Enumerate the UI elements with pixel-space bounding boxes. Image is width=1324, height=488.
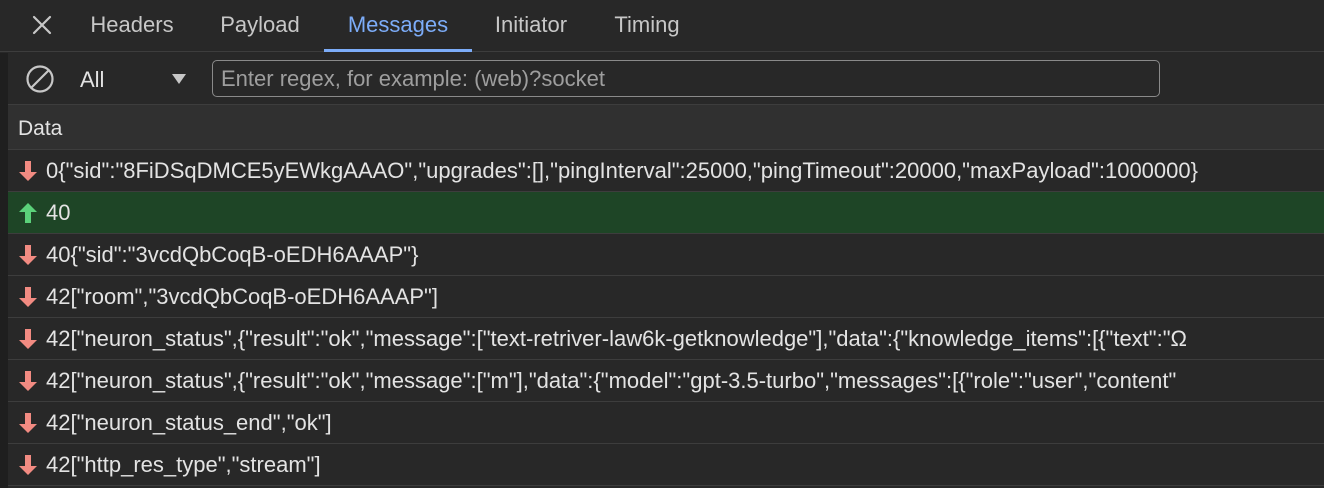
received-message-row[interactable]: 40{"sid":"3vcdQbCoqB-oEDH6AAAP"} (8, 234, 1324, 276)
column-header-data[interactable]: Data (8, 105, 1324, 150)
message-type-select[interactable]: All (74, 61, 204, 97)
arrow-down-icon (19, 245, 37, 265)
arrow-up-icon (19, 203, 37, 223)
message-data: 42["neuron_status",{"result":"ok","messa… (46, 326, 1187, 351)
message-data: 42["neuron_status",{"result":"ok","messa… (46, 368, 1177, 393)
received-message-row[interactable]: 42["neuron_status",{"result":"ok","messa… (8, 360, 1324, 402)
tab-headers[interactable]: Headers (76, 0, 188, 52)
clear-icon (26, 65, 54, 93)
arrow-down-icon (19, 455, 37, 475)
clear-messages-button[interactable] (24, 63, 56, 95)
message-filter-input[interactable] (212, 60, 1160, 97)
messages-table: Data 0{"sid":"8FiDSqDMCE5yEWkgAAAO","upg… (8, 105, 1324, 488)
message-data: 42["http_res_type","stream"] (46, 452, 321, 477)
tab-timing[interactable]: Timing (600, 0, 694, 52)
sent-message-row[interactable]: 40 (8, 192, 1324, 234)
left-panel-edge (0, 53, 8, 488)
message-data: 42["room","3vcdQbCoqB-oEDH6AAAP"] (46, 284, 438, 309)
close-icon (32, 15, 52, 35)
arrow-down-icon (19, 287, 37, 307)
received-message-row[interactable]: 42["neuron_status_end","ok"] (8, 402, 1324, 444)
received-message-row[interactable]: 42["neuron_status",{"result":"ok","messa… (8, 318, 1324, 360)
message-data: 40 (46, 200, 71, 225)
message-data: 0{"sid":"8FiDSqDMCE5yEWkgAAAO","upgrades… (46, 158, 1198, 183)
arrow-down-icon (19, 413, 37, 433)
arrow-down-icon (19, 371, 37, 391)
received-message-row[interactable]: 42["http_res_type","stream"] (8, 444, 1324, 486)
devtools-network-detail-panel: Headers Payload Messages Initiator Timin… (0, 0, 1324, 488)
tab-payload[interactable]: Payload (206, 0, 314, 52)
chevron-down-icon (172, 74, 186, 84)
received-message-row[interactable]: 0{"sid":"8FiDSqDMCE5yEWkgAAAO","upgrades… (8, 150, 1324, 192)
tab-messages[interactable]: Messages (324, 0, 472, 52)
detail-tab-strip: Headers Payload Messages Initiator Timin… (0, 0, 1324, 52)
column-header-label: Data (18, 117, 63, 140)
arrow-down-icon (19, 161, 37, 181)
message-data: 42["neuron_status_end","ok"] (46, 410, 332, 435)
tab-initiator[interactable]: Initiator (480, 0, 582, 52)
message-data: 40{"sid":"3vcdQbCoqB-oEDH6AAAP"} (46, 242, 419, 267)
received-message-row[interactable]: 42["room","3vcdQbCoqB-oEDH6AAAP"] (8, 276, 1324, 318)
message-type-value: All (80, 67, 105, 92)
close-button[interactable] (26, 9, 58, 41)
messages-filter-toolbar: All (8, 53, 1324, 105)
arrow-down-icon (19, 329, 37, 349)
